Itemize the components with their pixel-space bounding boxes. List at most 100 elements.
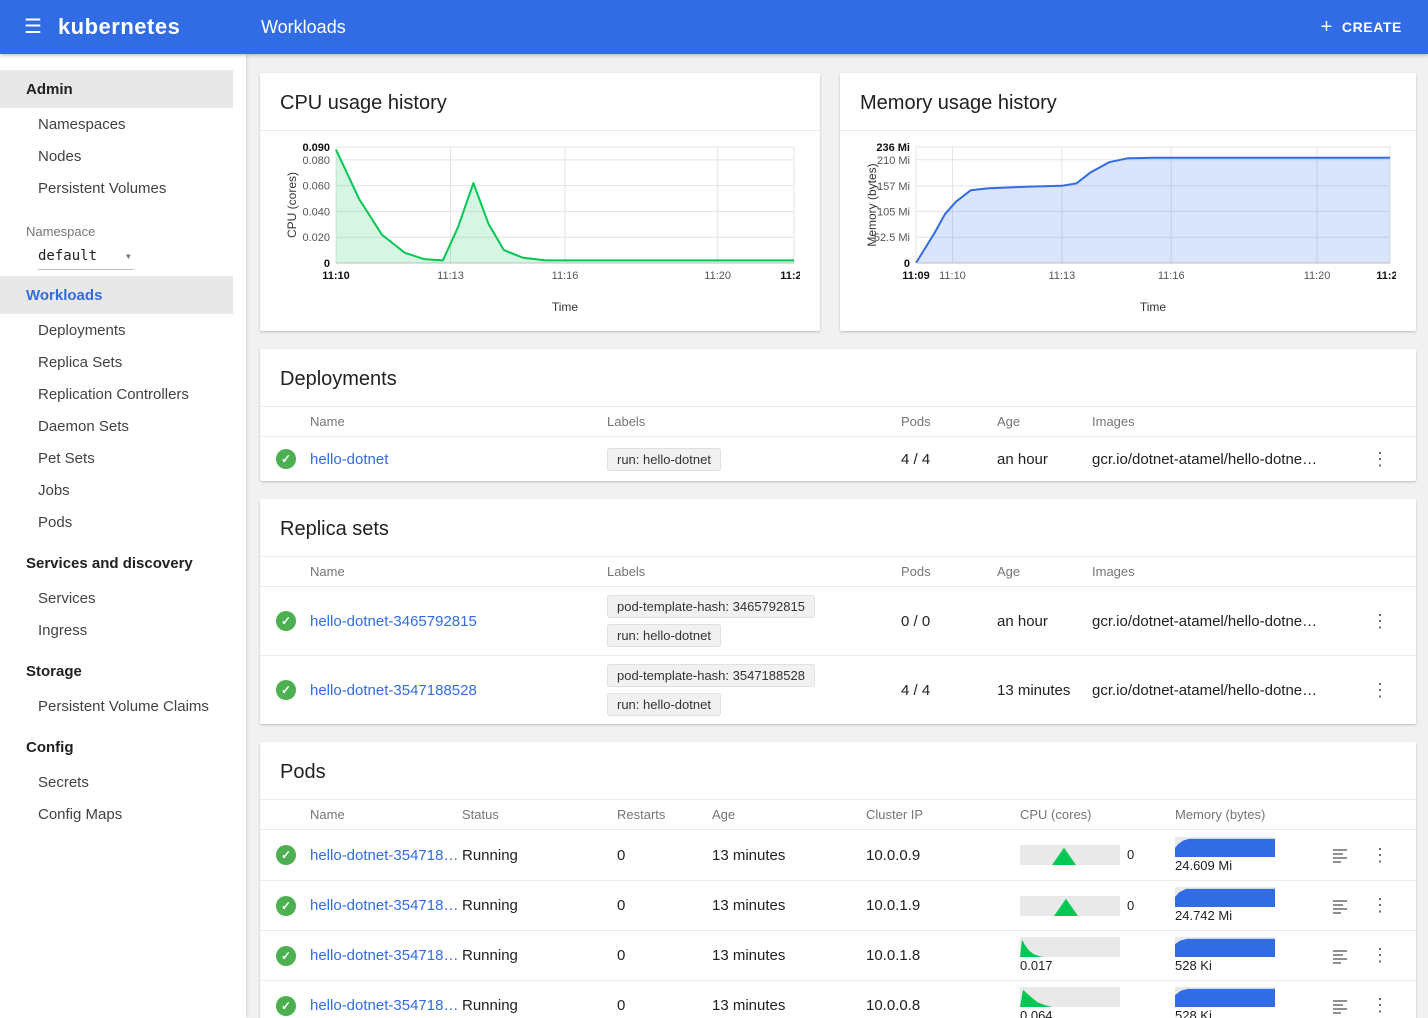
table-row: ✓ hello-dotnet-354718… Running 0 13 minu…	[260, 880, 1416, 930]
status-value: Running	[462, 897, 617, 914]
svg-text:236 Mi: 236 Mi	[876, 142, 910, 154]
hamburger-menu-icon[interactable]: ☰	[24, 17, 42, 37]
svg-text:0.020: 0.020	[302, 232, 330, 244]
deployments-card: Deployments Name Labels Pods Age Images …	[260, 349, 1416, 481]
pods-header-row: Name Status Restarts Age Cluster IP CPU …	[260, 800, 1416, 830]
column-header-labels: Labels	[607, 414, 901, 429]
pod-name-link[interactable]: hello-dotnet-354718…	[310, 897, 462, 914]
memory-sparkline	[1175, 937, 1275, 957]
deployments-title: Deployments	[260, 349, 1416, 407]
age-value: 13 minutes	[712, 897, 866, 914]
replica-sets-card: Replica sets Name Labels Pods Age Images…	[260, 499, 1416, 724]
logs-icon[interactable]	[1331, 998, 1349, 1014]
memory-sparkline	[1175, 887, 1275, 907]
sidebar-item-persistent-volume-claims[interactable]: Persistent Volume Claims	[0, 690, 246, 722]
status-value: Running	[462, 847, 617, 864]
restarts-value: 0	[617, 897, 712, 914]
logs-icon[interactable]	[1331, 898, 1349, 914]
status-ok-icon: ✓	[276, 449, 296, 469]
sidebar-item-workloads[interactable]: Workloads	[0, 276, 233, 314]
replica-set-name-link[interactable]: hello-dotnet-3547188528	[310, 682, 607, 699]
sidebar-item-daemon-sets[interactable]: Daemon Sets	[0, 410, 246, 442]
namespace-value: default	[38, 248, 97, 264]
create-button-label: CREATE	[1342, 19, 1402, 35]
sidebar-item-namespaces[interactable]: Namespaces	[0, 108, 246, 140]
sidebar-item-deployments[interactable]: Deployments	[0, 314, 246, 346]
status-value: Running	[462, 997, 617, 1014]
pod-name-link[interactable]: hello-dotnet-354718…	[310, 847, 462, 864]
cpu-sparkline	[1020, 896, 1120, 916]
svg-text:CPU (cores): CPU (cores)	[285, 172, 299, 238]
table-row: ✓ hello-dotnet-354718… Running 0 13 minu…	[260, 930, 1416, 980]
create-button[interactable]: + CREATE	[1321, 17, 1402, 37]
column-header-memory: Memory (bytes)	[1175, 807, 1320, 822]
restarts-value: 0	[617, 947, 712, 964]
sidebar-item-replica-sets[interactable]: Replica Sets	[0, 346, 246, 378]
cluster-ip-value: 10.0.1.9	[866, 897, 1020, 914]
status-ok-icon: ✓	[276, 680, 296, 700]
deployment-name-link[interactable]: hello-dotnet	[310, 451, 607, 468]
sidebar-item-ingress[interactable]: Ingress	[0, 614, 246, 646]
replica-set-name-link[interactable]: hello-dotnet-3465792815	[310, 613, 607, 630]
svg-text:0.060: 0.060	[302, 181, 330, 193]
pod-name-link[interactable]: hello-dotnet-354718…	[310, 997, 462, 1014]
column-header-cpu: CPU (cores)	[1020, 807, 1175, 822]
sidebar-item-storage[interactable]: Storage	[0, 652, 246, 690]
column-header-name: Name	[310, 564, 607, 579]
svg-text:0.040: 0.040	[302, 206, 330, 218]
sidebar-item-pet-sets[interactable]: Pet Sets	[0, 442, 246, 474]
pods-count: 4 / 4	[901, 451, 997, 468]
memory-sparkline	[1175, 987, 1275, 1007]
column-header-age: Age	[997, 564, 1092, 579]
sidebar-item-config-maps[interactable]: Config Maps	[0, 798, 246, 830]
cluster-ip-value: 10.0.0.9	[866, 847, 1020, 864]
table-row: ✓ hello-dotnet-354718… Running 0 13 minu…	[260, 980, 1416, 1018]
sidebar-item-admin[interactable]: Admin	[0, 70, 233, 108]
sidebar-item-persistent-volumes[interactable]: Persistent Volumes	[0, 172, 246, 204]
pods-title: Pods	[260, 742, 1416, 800]
sidebar-item-replication-controllers[interactable]: Replication Controllers	[0, 378, 246, 410]
cluster-ip-value: 10.0.1.8	[866, 947, 1020, 964]
svg-text:11:09: 11:09	[902, 270, 930, 282]
label-chip: run: hello-dotnet	[607, 624, 721, 647]
cpu-value: 0	[1127, 898, 1134, 914]
label-chip: run: hello-dotnet	[607, 693, 721, 716]
logs-icon[interactable]	[1331, 847, 1349, 863]
svg-text:11:13: 11:13	[1048, 270, 1075, 282]
row-menu-button[interactable]: ⋮	[1371, 945, 1389, 966]
images-value: gcr.io/dotnet-atamel/hello-dotne…	[1092, 451, 1360, 468]
sidebar-item-secrets[interactable]: Secrets	[0, 766, 246, 798]
column-header-age: Age	[712, 807, 866, 822]
age-value: 13 minutes	[712, 847, 866, 864]
namespace-label: Namespace	[0, 204, 246, 243]
svg-text:Time: Time	[1140, 300, 1167, 314]
row-menu-button[interactable]: ⋮	[1371, 995, 1389, 1016]
svg-text:0: 0	[904, 258, 910, 270]
sidebar-item-nodes[interactable]: Nodes	[0, 140, 246, 172]
pods-card: Pods Name Status Restarts Age Cluster IP…	[260, 742, 1416, 1018]
row-menu-button[interactable]: ⋮	[1371, 449, 1389, 470]
cpu-sparkline	[1020, 987, 1120, 1007]
usage-charts-row: CPU usage history 11:1011:1311:1611:2011…	[260, 73, 1416, 331]
column-header-images: Images	[1092, 564, 1360, 579]
sidebar-item-jobs[interactable]: Jobs	[0, 474, 246, 506]
sidebar-item-services[interactable]: Services	[0, 582, 246, 614]
page-title: Workloads	[246, 17, 1321, 38]
row-menu-button[interactable]: ⋮	[1371, 845, 1389, 866]
row-menu-button[interactable]: ⋮	[1371, 895, 1389, 916]
logs-icon[interactable]	[1331, 948, 1349, 964]
sidebar-item-pods[interactable]: Pods	[0, 506, 246, 538]
svg-text:11:20: 11:20	[704, 270, 731, 282]
row-menu-button[interactable]: ⋮	[1371, 611, 1389, 632]
row-menu-button[interactable]: ⋮	[1371, 680, 1389, 701]
namespace-select[interactable]: default ▾	[38, 245, 134, 270]
sidebar-item-services-discovery[interactable]: Services and discovery	[0, 544, 246, 582]
svg-text:0.080: 0.080	[302, 155, 330, 167]
sidebar-item-config[interactable]: Config	[0, 728, 246, 766]
images-value: gcr.io/dotnet-atamel/hello-dotne…	[1092, 682, 1360, 699]
memory-usage-card: Memory usage history 11:0911:1011:1311:1…	[840, 73, 1416, 331]
status-ok-icon: ✓	[276, 996, 296, 1016]
pod-name-link[interactable]: hello-dotnet-354718…	[310, 947, 462, 964]
cpu-usage-chart: 11:1011:1311:1611:2011:220.0900.0800.060…	[280, 139, 800, 317]
top-bar: ☰ kubernetes Workloads + CREATE	[0, 0, 1428, 54]
